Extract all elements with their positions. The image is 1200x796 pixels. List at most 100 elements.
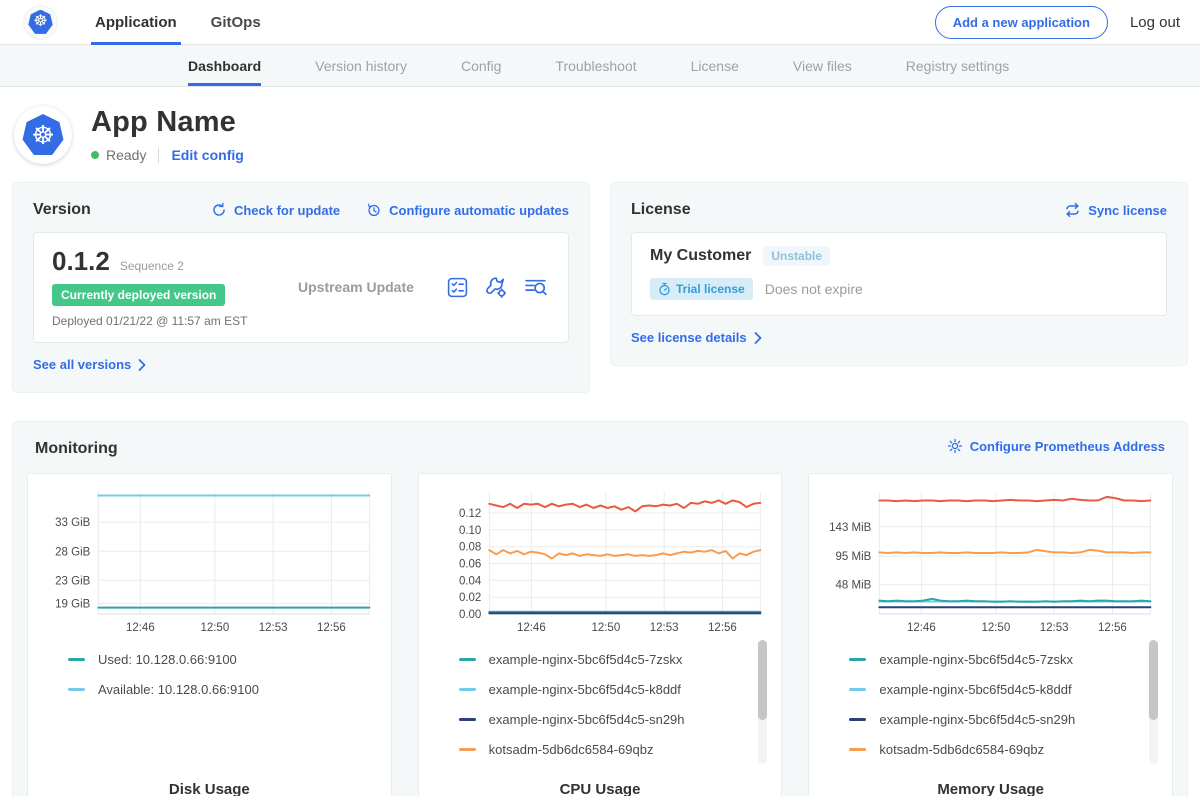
legend-label: Used: 10.128.0.66:9100 (98, 652, 237, 667)
svg-text:48 MiB: 48 MiB (836, 580, 872, 592)
legend-scrollbar[interactable] (758, 640, 767, 764)
cpu-usage-chart: 0.000.020.040.060.080.100.1212:4612:5012… (433, 486, 768, 638)
app-subnav: Dashboard Version history Config Troublesho… (0, 45, 1200, 87)
legend-item: example-nginx-5bc6f5d4c5-7zskx (849, 652, 1156, 667)
refresh-icon (211, 202, 227, 218)
legend-scrollbar-thumb[interactable] (758, 640, 767, 720)
topnav-tab-application[interactable]: Application (95, 0, 177, 45)
svg-text:12:50: 12:50 (591, 622, 620, 634)
cpu-usage-chart-card: 0.000.020.040.060.080.100.1212:4612:5012… (418, 473, 783, 796)
chart-legend: example-nginx-5bc6f5d4c5-7zskx example-n… (433, 638, 768, 781)
trial-license-badge: Trial license (650, 278, 753, 300)
legend-label: example-nginx-5bc6f5d4c5-sn29h (879, 712, 1075, 727)
preflight-checks-button[interactable] (446, 276, 469, 299)
charts-row: 19 GiB23 GiB28 GiB33 GiB12:4612:5012:531… (27, 473, 1173, 796)
kubernetes-wheel-icon: ☸ (31, 122, 54, 148)
svg-text:0.10: 0.10 (459, 525, 481, 537)
chart-title: Disk Usage (42, 781, 377, 796)
chart-legend: example-nginx-5bc6f5d4c5-7zskx example-n… (823, 638, 1158, 781)
legend-item: Available: 10.128.0.66:9100 (68, 682, 375, 697)
svg-text:0.12: 0.12 (459, 508, 481, 520)
svg-text:12:56: 12:56 (317, 622, 346, 634)
chart-title: Memory Usage (823, 781, 1158, 796)
currently-deployed-badge: Currently deployed version (52, 284, 225, 306)
svg-text:23 GiB: 23 GiB (55, 575, 90, 587)
subnav-tab-license[interactable]: License (691, 45, 739, 86)
svg-text:12:56: 12:56 (1098, 622, 1127, 634)
svg-text:0.08: 0.08 (459, 542, 481, 554)
monitoring-card: Monitoring Configure Prometheus Address … (12, 421, 1188, 796)
legend-swatch (459, 658, 476, 661)
chevron-right-icon (138, 359, 146, 371)
legend-item: example-nginx-5bc6f5d4c5-k8ddf (459, 682, 766, 697)
monitoring-title: Monitoring (35, 440, 118, 458)
configure-prometheus-link[interactable]: Configure Prometheus Address (947, 438, 1165, 454)
disk-usage-chart-card: 19 GiB23 GiB28 GiB33 GiB12:4612:5012:531… (27, 473, 392, 796)
subnav-tab-view-files[interactable]: View files (793, 45, 852, 86)
see-all-versions-link[interactable]: See all versions (33, 357, 146, 372)
subnav-tab-dashboard[interactable]: Dashboard (188, 45, 261, 86)
see-license-details-link[interactable]: See license details (631, 330, 762, 345)
svg-text:12:53: 12:53 (1040, 622, 1069, 634)
legend-swatch (459, 718, 476, 721)
version-source: Upstream Update (284, 279, 446, 295)
svg-text:19 GiB: 19 GiB (55, 599, 90, 611)
legend-label: Available: 10.128.0.66:9100 (98, 682, 259, 697)
config-wrench-icon (485, 276, 508, 299)
subnav-tab-troubleshoot[interactable]: Troubleshoot (555, 45, 636, 86)
kubernetes-heptagon-icon: ☸ (22, 114, 64, 156)
legend-label: kotsadm-5db6dc6584-69qbz (879, 742, 1044, 757)
sync-icon (1064, 202, 1081, 218)
legend-swatch (849, 748, 866, 751)
legend-swatch (68, 658, 85, 661)
legend-item: kotsadm-5db6dc6584-69qbz (459, 742, 766, 757)
legend-item: kotsadm-5db6dc6584-69qbz (849, 742, 1156, 757)
legend-swatch (459, 688, 476, 691)
chart-legend: Used: 10.128.0.66:9100 Available: 10.128… (42, 638, 377, 781)
configure-automatic-updates-link[interactable]: Configure automatic updates (366, 202, 569, 218)
kubernetes-wheel-icon: ☸ (33, 14, 47, 30)
legend-scrollbar[interactable] (1149, 640, 1158, 764)
legend-item: example-nginx-5bc6f5d4c5-sn29h (459, 712, 766, 727)
version-number: 0.1.2 (52, 246, 110, 277)
add-new-application-button[interactable]: Add a new application (935, 6, 1108, 39)
legend-swatch (68, 688, 85, 691)
legend-label: example-nginx-5bc6f5d4c5-sn29h (489, 712, 685, 727)
version-card-title: Version (33, 201, 91, 219)
svg-text:12:53: 12:53 (259, 622, 288, 634)
legend-label: example-nginx-5bc6f5d4c5-7zskx (879, 652, 1073, 667)
chevron-right-icon (754, 332, 762, 344)
legend-scrollbar-thumb[interactable] (1149, 640, 1158, 720)
subnav-tab-version-history[interactable]: Version history (315, 45, 407, 86)
svg-text:0.00: 0.00 (459, 609, 481, 621)
preflight-checks-icon (446, 276, 469, 299)
view-logs-button[interactable] (524, 276, 548, 299)
svg-text:12:50: 12:50 (200, 622, 229, 634)
stopwatch-icon (658, 282, 671, 296)
edit-config-link[interactable]: Edit config (171, 147, 243, 163)
subnav-tab-registry-settings[interactable]: Registry settings (906, 45, 1009, 86)
logout-button[interactable]: Log out (1130, 14, 1180, 31)
license-card-title: License (631, 201, 691, 219)
topnav-tab-gitops[interactable]: GitOps (211, 0, 261, 45)
check-for-update-link[interactable]: Check for update (211, 202, 340, 218)
svg-text:95 MiB: 95 MiB (836, 551, 872, 563)
sync-license-link[interactable]: Sync license (1064, 202, 1167, 218)
kubernetes-logo[interactable]: ☸ (24, 6, 57, 39)
legend-swatch (849, 658, 866, 661)
top-navbar: ☸ Application GitOps Add a new applicati… (0, 0, 1200, 45)
gear-icon (947, 438, 963, 454)
svg-text:12:46: 12:46 (517, 622, 546, 634)
page-title: App Name (91, 106, 244, 139)
memory-usage-chart-card: 48 MiB95 MiB143 MiB12:4612:5012:5312:56 … (808, 473, 1173, 796)
svg-text:12:53: 12:53 (649, 622, 678, 634)
status-dot (91, 151, 99, 159)
svg-text:0.04: 0.04 (459, 575, 482, 587)
legend-label: example-nginx-5bc6f5d4c5-k8ddf (489, 682, 681, 697)
subnav-tab-config[interactable]: Config (461, 45, 501, 86)
app-icon: ☸ (14, 106, 72, 164)
config-wrench-button[interactable] (485, 276, 508, 299)
kubernetes-heptagon-icon: ☸ (28, 10, 53, 35)
svg-text:33 GiB: 33 GiB (55, 517, 90, 529)
app-status: Ready (106, 147, 146, 163)
